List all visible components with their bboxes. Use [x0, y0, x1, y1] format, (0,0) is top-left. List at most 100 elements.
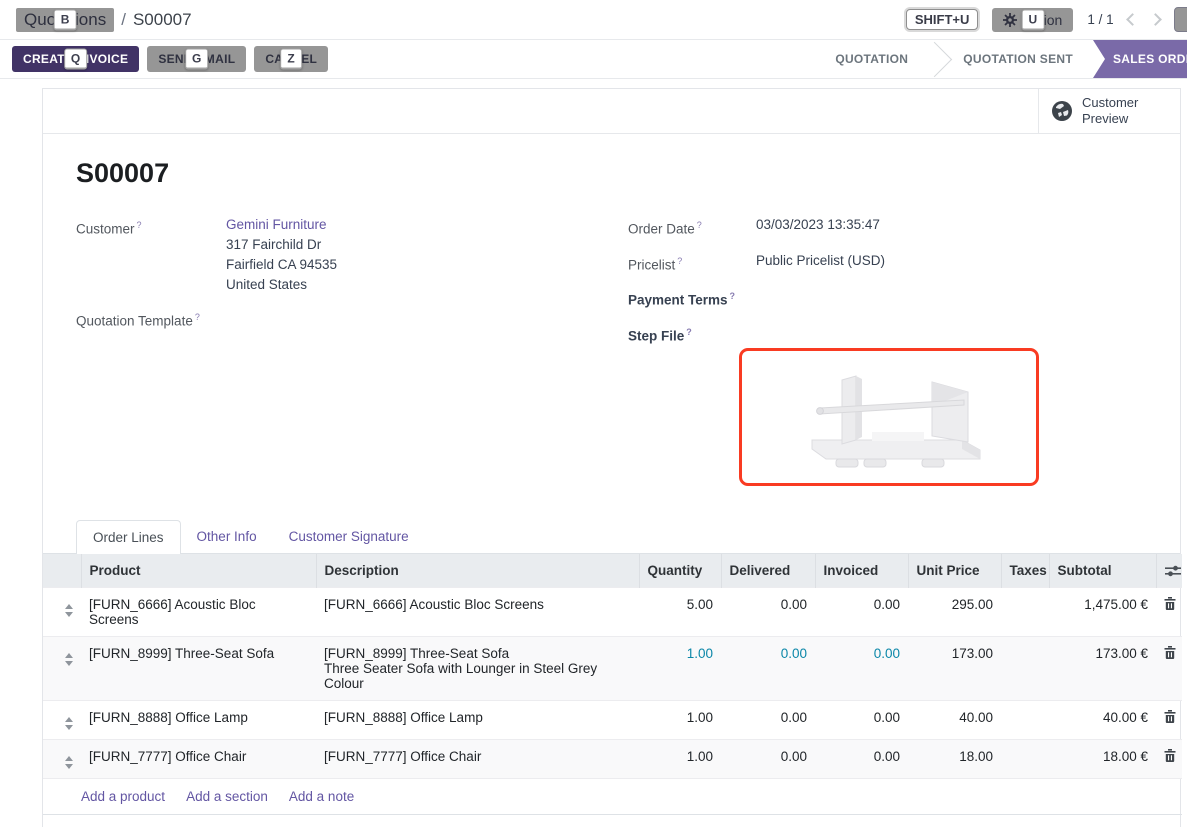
create-invoice-button[interactable]: CREATE INVOICE Q: [12, 46, 139, 72]
tab-customer-signature[interactable]: Customer Signature: [273, 520, 425, 553]
fields-right-column: Order Date? 03/03/2023 13:35:47 Pricelis…: [628, 215, 1147, 486]
delete-row-button[interactable]: [1156, 637, 1182, 701]
stage-sales-order[interactable]: SALES ORDER: [1093, 40, 1187, 78]
row-gutter: [43, 740, 57, 779]
cell-unit-price[interactable]: 18.00: [908, 740, 1001, 779]
column-taxes[interactable]: Taxes: [1001, 554, 1049, 588]
breadcrumb-parent[interactable]: Quotations B: [16, 8, 114, 32]
send-email-button[interactable]: SEND EMAIL G: [147, 46, 246, 72]
help-icon: ?: [697, 220, 702, 230]
cell-quantity[interactable]: 5.00: [639, 588, 721, 637]
shortcut-badge-b: B: [54, 9, 77, 30]
add-a-product-link[interactable]: Add a product: [81, 789, 165, 804]
statusbar: QUOTATION QUOTATION SENT SALES ORDER: [815, 40, 1187, 78]
delete-row-button[interactable]: [1156, 588, 1182, 637]
field-quotation-template[interactable]: Quotation Template?: [76, 307, 628, 332]
trash-icon: [1164, 646, 1176, 659]
cell-quantity[interactable]: 1.00: [639, 637, 721, 701]
stage-separator-icon: [928, 40, 943, 78]
cell-description[interactable]: [FURN_8888] Office Lamp: [316, 701, 639, 740]
sheet-top-bar: Customer Preview: [43, 89, 1180, 134]
step-file-preview[interactable]: [739, 348, 1039, 486]
optional-columns-button[interactable]: [1156, 554, 1182, 588]
cell-unit-price[interactable]: 295.00: [908, 588, 1001, 637]
cell-description[interactable]: [FURN_7777] Office Chair: [316, 740, 639, 779]
cell-taxes[interactable]: [1001, 588, 1049, 637]
cell-invoiced[interactable]: 0.00: [815, 740, 908, 779]
breadcrumb-current: S00007: [133, 10, 192, 30]
add-a-section-link[interactable]: Add a section: [186, 789, 268, 804]
step-file-3d-render-image: [764, 362, 1014, 472]
column-invoiced[interactable]: Invoiced: [815, 554, 908, 588]
cell-unit-price[interactable]: 40.00: [908, 701, 1001, 740]
action-menu-button[interactable]: Action U: [992, 8, 1073, 32]
delete-row-button[interactable]: [1156, 740, 1182, 779]
cell-unit-price[interactable]: 173.00: [908, 637, 1001, 701]
cell-taxes[interactable]: [1001, 740, 1049, 779]
cell-product[interactable]: [FURN_6666] Acoustic Bloc Screens: [81, 588, 316, 637]
address-line: Fairfield CA 94535: [226, 255, 337, 275]
pricelist-value[interactable]: Public Pricelist (USD): [756, 251, 885, 276]
pricelist-label: Pricelist?: [628, 251, 756, 276]
shortcut-badge-u: U: [1022, 9, 1045, 30]
order-date-label: Order Date?: [628, 215, 756, 240]
stage-quotation-sent[interactable]: QUOTATION SENT: [943, 40, 1093, 78]
field-customer: Customer? Gemini Furniture 317 Fairchild…: [76, 215, 628, 295]
column-delivered[interactable]: Delivered: [721, 554, 815, 588]
cell-quantity[interactable]: 1.00: [639, 740, 721, 779]
column-subtotal[interactable]: Subtotal: [1049, 554, 1156, 588]
table-header-row: Product Description Quantity Delivered I…: [43, 554, 1182, 588]
cell-taxes[interactable]: [1001, 637, 1049, 701]
row-drag-handle[interactable]: [57, 740, 81, 779]
pager-previous-icon[interactable]: [1126, 13, 1139, 26]
cell-invoiced[interactable]: 0.00: [815, 637, 908, 701]
cell-delivered[interactable]: 0.00: [721, 588, 815, 637]
cell-product[interactable]: [FURN_8888] Office Lamp: [81, 701, 316, 740]
customer-preview-label: Customer Preview: [1082, 95, 1152, 127]
cell-delivered[interactable]: 0.00: [721, 637, 815, 701]
table-footer-links-row: Add a product Add a section Add a note: [43, 779, 1182, 815]
cell-delivered[interactable]: 0.00: [721, 740, 815, 779]
cell-invoiced[interactable]: 0.00: [815, 588, 908, 637]
cell-invoiced[interactable]: 0.00: [815, 701, 908, 740]
order-date-value[interactable]: 03/03/2023 13:35:47: [756, 215, 880, 240]
cell-description[interactable]: [FURN_6666] Acoustic Bloc Screens: [316, 588, 639, 637]
add-a-note-link[interactable]: Add a note: [289, 789, 354, 804]
customer-link[interactable]: Gemini Furniture: [226, 217, 327, 232]
delete-row-button[interactable]: [1156, 701, 1182, 740]
sliders-icon: [1165, 565, 1181, 577]
table-row: [FURN_8888] Office Lamp [FURN_8888] Offi…: [43, 701, 1182, 740]
cell-product[interactable]: [FURN_8999] Three-Seat Sofa: [81, 637, 316, 701]
stage-quotation[interactable]: QUOTATION: [815, 40, 928, 78]
customer-label: Customer?: [76, 215, 226, 295]
fields-grid: Customer? Gemini Furniture 317 Fairchild…: [76, 215, 1147, 486]
column-quantity[interactable]: Quantity: [639, 554, 721, 588]
customer-preview-button[interactable]: Customer Preview: [1038, 89, 1180, 133]
column-product[interactable]: Product: [81, 554, 316, 588]
cell-delivered[interactable]: 0.00: [721, 701, 815, 740]
cell-taxes[interactable]: [1001, 701, 1049, 740]
cancel-button[interactable]: CANCEL Z: [254, 46, 328, 72]
sheet-body: S00007 Customer? Gemini Furniture 317 Fa…: [43, 134, 1180, 486]
sheet-footer: Terms and conditions... Total: 1,706.00 …: [43, 815, 1180, 827]
help-icon: ?: [137, 220, 142, 230]
tab-other-info[interactable]: Other Info: [181, 520, 273, 553]
step-file-label: Step File?: [628, 322, 756, 347]
column-unit-price[interactable]: Unit Price: [908, 554, 1001, 588]
cutoff-button[interactable]: C: [1174, 7, 1187, 32]
field-order-date: Order Date? 03/03/2023 13:35:47: [628, 215, 1147, 240]
cell-description[interactable]: [FURN_8999] Three-Seat SofaThree Seater …: [316, 637, 639, 701]
notebook-tabs: Order Lines Other Info Customer Signatur…: [43, 520, 1180, 554]
pager-next-icon[interactable]: [1149, 13, 1162, 26]
cell-quantity[interactable]: 1.00: [639, 701, 721, 740]
row-drag-handle[interactable]: [57, 637, 81, 701]
trash-icon: [1164, 710, 1176, 723]
cell-subtotal: 40.00 €: [1049, 701, 1156, 740]
row-drag-handle[interactable]: [57, 701, 81, 740]
cell-subtotal: 18.00 €: [1049, 740, 1156, 779]
page-title: S00007: [76, 158, 1147, 189]
column-description[interactable]: Description: [316, 554, 639, 588]
cell-product[interactable]: [FURN_7777] Office Chair: [81, 740, 316, 779]
tab-order-lines[interactable]: Order Lines: [76, 520, 181, 554]
row-drag-handle[interactable]: [57, 588, 81, 637]
